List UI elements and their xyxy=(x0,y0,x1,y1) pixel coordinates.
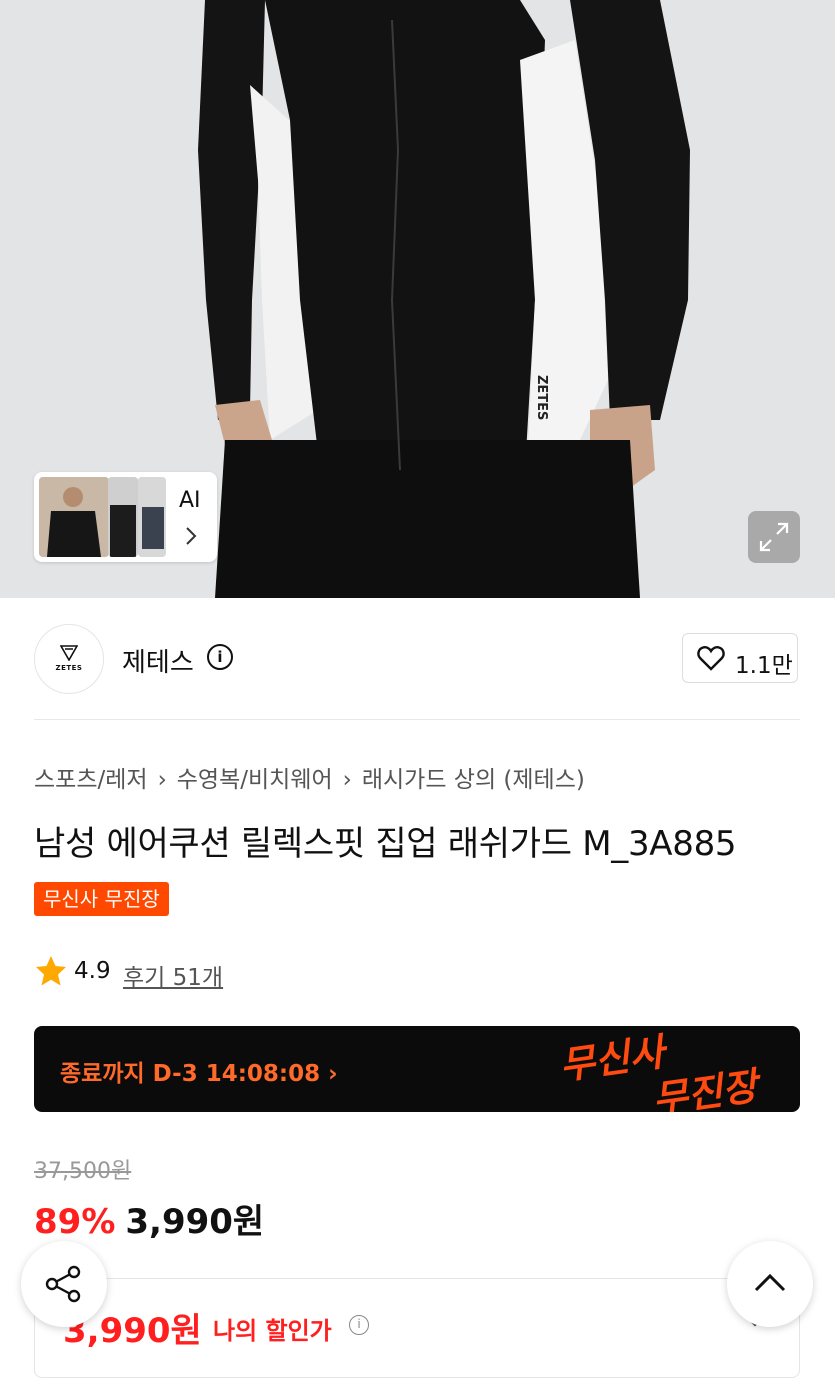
like-button[interactable]: 1.1만 xyxy=(682,633,798,683)
price-row: 89% 3,990원 xyxy=(34,1194,264,1243)
heart-icon xyxy=(697,645,725,675)
chevron-right-icon: › xyxy=(342,767,352,793)
my-discount-price-box[interactable]: 3,990원 나의 할인가 i xyxy=(34,1278,800,1378)
product-hero-image[interactable]: ZETES AI xyxy=(0,0,835,598)
brand-logo-text: ZETES xyxy=(55,664,83,672)
breadcrumb-item-1[interactable]: 스포츠/레저 xyxy=(34,767,148,793)
chevron-right-icon: › xyxy=(328,1061,338,1087)
ai-label: AI xyxy=(179,488,201,513)
brand-logo[interactable]: ZETES xyxy=(34,624,104,694)
event-badge: 무신사 무진장 xyxy=(34,882,169,916)
reviews-link[interactable]: 후기 51개 xyxy=(123,958,223,992)
countdown-value: 종료까지 D-3 14:08:08 xyxy=(60,1061,321,1087)
brand-row: ZETES 제테스 i 1.1만 xyxy=(34,624,800,694)
brand-logo-mark xyxy=(59,645,79,665)
shirt-print: ZETES xyxy=(534,375,549,420)
info-icon[interactable]: i xyxy=(349,1315,369,1335)
event-timer-banner[interactable]: 종료까지 D-3 14:08:08 › 무신사 무진장 xyxy=(34,1026,800,1112)
share-icon xyxy=(21,1265,107,1331)
chevron-right-icon: › xyxy=(157,767,167,793)
expand-image-button[interactable] xyxy=(748,511,800,563)
breadcrumb: 스포츠/레저 › 수영복/비치웨어 › 래시가드 상의 (제테스) xyxy=(34,760,585,794)
brand-name[interactable]: 제테스 xyxy=(122,642,194,679)
ai-thumbnail-1 xyxy=(39,477,109,557)
countdown-text: 종료까지 D-3 14:08:08 › xyxy=(60,1054,338,1088)
like-count: 1.1만 xyxy=(735,653,793,679)
info-icon[interactable]: i xyxy=(207,644,233,670)
star-icon xyxy=(34,954,68,992)
chevron-up-icon xyxy=(727,1273,813,1331)
sale-price: 3,990원 xyxy=(125,1202,265,1242)
ai-recommend-card[interactable]: AI xyxy=(34,472,217,562)
scroll-top-button[interactable] xyxy=(727,1241,813,1327)
divider xyxy=(34,719,800,720)
ai-thumbnail-3 xyxy=(138,477,166,557)
rating-score: 4.9 xyxy=(74,958,111,984)
original-price: 37,500원 xyxy=(34,1159,132,1184)
product-title: 남성 에어쿠션 릴렉스핏 집업 래쉬가드 M_3A885 xyxy=(34,824,737,864)
discount-rate: 89% xyxy=(34,1202,116,1242)
ai-thumbnail-2 xyxy=(108,477,138,557)
share-button[interactable] xyxy=(21,1241,107,1327)
my-price-label: 나의 할인가 xyxy=(213,1317,332,1345)
breadcrumb-item-3[interactable]: 래시가드 상의 (제테스) xyxy=(362,767,585,793)
breadcrumb-item-2[interactable]: 수영복/비치웨어 xyxy=(177,767,333,793)
